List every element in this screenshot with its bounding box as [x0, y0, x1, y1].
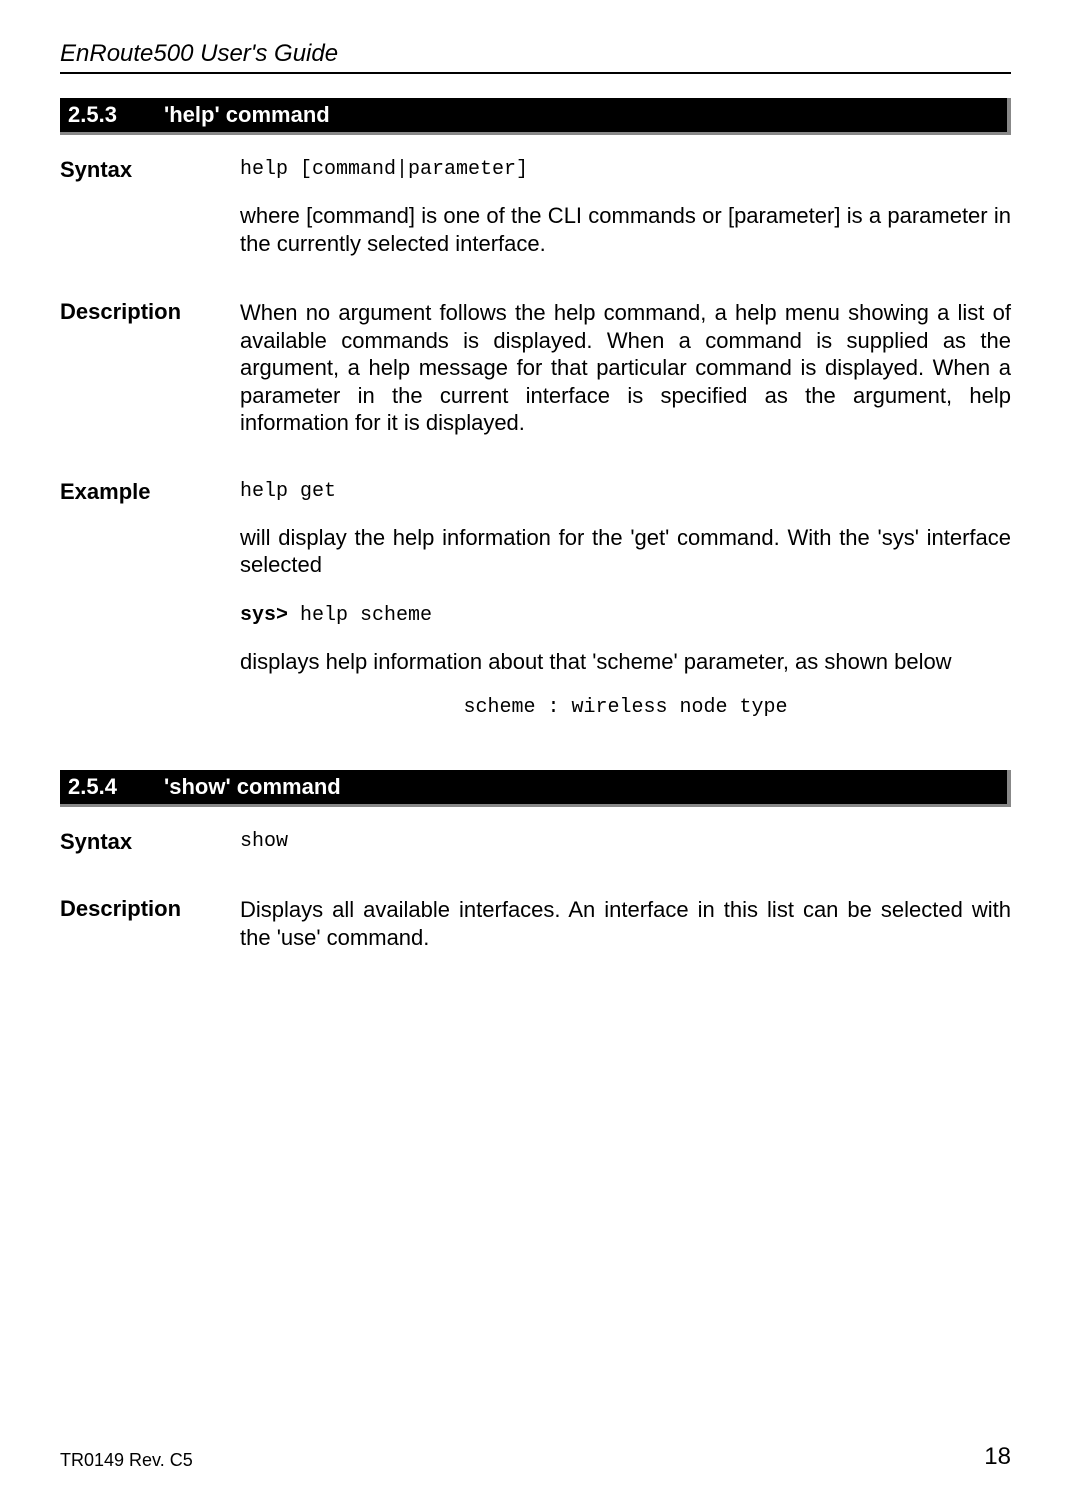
syntax-code: show	[240, 829, 1011, 854]
row-content: When no argument follows the help comman…	[240, 299, 1011, 457]
row-label: Syntax	[60, 829, 240, 874]
page-number: 18	[984, 1443, 1011, 1471]
example-prompt-line: sys> help scheme	[240, 599, 1011, 628]
row-content: help [command|parameter] where [command]…	[240, 157, 1011, 277]
example-output: scheme : wireless node type	[240, 695, 1011, 720]
syntax-desc: where [command] is one of the CLI comman…	[240, 202, 1011, 257]
doc-title: EnRoute500 User's Guide	[60, 40, 1011, 68]
row-content: help get will display the help informati…	[240, 479, 1011, 749]
page: EnRoute500 User's Guide 2.5.3 'help' com…	[0, 0, 1071, 1497]
example-text-2: displays help information about that 'sc…	[240, 648, 1011, 676]
section-bar: 2.5.3 'help' command	[60, 98, 1011, 135]
prompt: sys>	[240, 604, 288, 627]
syntax-code: help [command|parameter]	[240, 157, 1011, 182]
row-content: Displays all available interfaces. An in…	[240, 896, 1011, 971]
description-row: Description When no argument follows the…	[60, 299, 1011, 457]
section-number: 2.5.4	[68, 774, 164, 800]
row-label: Description	[60, 896, 240, 971]
row-label: Syntax	[60, 157, 240, 277]
header-rule	[60, 72, 1011, 74]
section-bar: 2.5.4 'show' command	[60, 770, 1011, 807]
row-content: show	[240, 829, 1011, 874]
section-number: 2.5.3	[68, 102, 164, 128]
row-label: Description	[60, 299, 240, 457]
description-text: Displays all available interfaces. An in…	[240, 896, 1011, 951]
example-row: Example help get will display the help i…	[60, 479, 1011, 749]
section-title: 'help' command	[164, 102, 330, 128]
section-title: 'show' command	[164, 774, 341, 800]
description-row: Description Displays all available inter…	[60, 896, 1011, 971]
page-footer: TR0149 Rev. C5 18	[60, 1443, 1011, 1471]
syntax-row: Syntax help [command|parameter] where [c…	[60, 157, 1011, 277]
example-text: will display the help information for th…	[240, 524, 1011, 579]
description-text: When no argument follows the help comman…	[240, 299, 1011, 437]
prompt-cmd: help scheme	[288, 604, 432, 627]
row-label: Example	[60, 479, 240, 749]
syntax-row: Syntax show	[60, 829, 1011, 874]
footer-left: TR0149 Rev. C5	[60, 1450, 193, 1471]
example-code: help get	[240, 479, 1011, 504]
